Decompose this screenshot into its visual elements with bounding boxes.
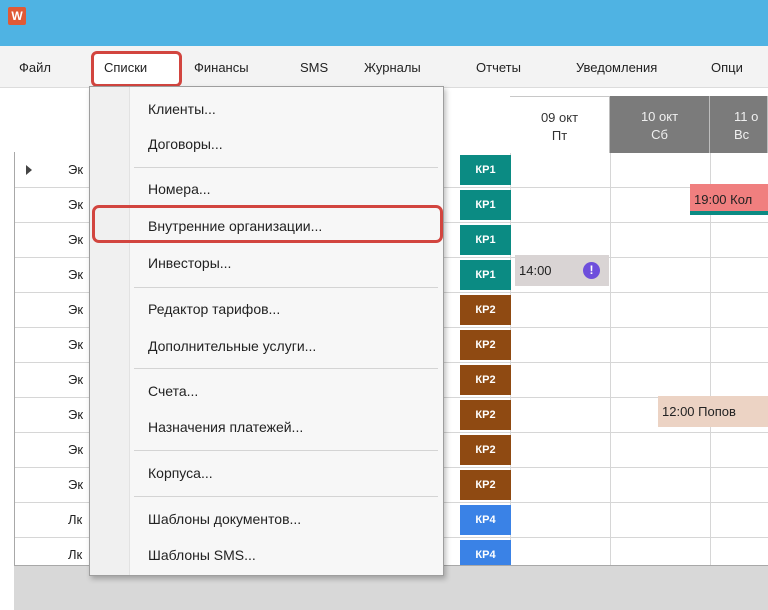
booking-block[interactable]: 19:00 Кол bbox=[690, 184, 768, 215]
menu-separator bbox=[134, 167, 438, 168]
row-name: Эк bbox=[68, 337, 84, 352]
day-weekday: Сб bbox=[651, 127, 668, 142]
day-weekday: Вс bbox=[734, 127, 750, 142]
menu-item-rooms[interactable]: Номера... bbox=[148, 181, 211, 197]
row-name: Эк bbox=[68, 232, 84, 247]
grid-line bbox=[610, 153, 611, 565]
building-badge: КР1 bbox=[460, 190, 511, 220]
row-name: Эк bbox=[68, 477, 84, 492]
menu-separator bbox=[134, 450, 438, 451]
booking-block[interactable]: 12:00 Попов bbox=[658, 396, 768, 427]
day-header-10[interactable]: 10 окт Сб bbox=[610, 96, 710, 153]
menu-separator bbox=[134, 287, 438, 288]
building-badge: КР1 bbox=[460, 260, 511, 290]
menu-item-invoices[interactable]: Счета... bbox=[148, 383, 198, 399]
app-logo-icon[interactable]: W bbox=[8, 7, 26, 25]
menu-icon-gutter bbox=[90, 87, 130, 575]
row-name: Эк bbox=[68, 302, 84, 317]
building-badge: КР1 bbox=[460, 225, 511, 255]
building-badge: КР2 bbox=[460, 295, 511, 325]
menu-lists[interactable]: Списки bbox=[104, 60, 147, 75]
row-name: Эк bbox=[68, 372, 84, 387]
day-date: 09 окт bbox=[540, 110, 579, 125]
menu-separator bbox=[134, 496, 438, 497]
menu-separator bbox=[134, 368, 438, 369]
row-name: Лк bbox=[68, 512, 83, 527]
title-bar: W bbox=[0, 0, 768, 46]
menu-item-clients[interactable]: Клиенты... bbox=[148, 101, 216, 117]
day-date: 11 о bbox=[734, 109, 759, 124]
menu-journals[interactable]: Журналы bbox=[364, 60, 421, 75]
alert-icon[interactable]: ! bbox=[583, 262, 600, 279]
menu-notifications[interactable]: Уведомления bbox=[576, 60, 657, 75]
menu-reports[interactable]: Отчеты bbox=[476, 60, 521, 75]
row-name: Лк bbox=[68, 547, 83, 562]
day-header-11[interactable]: 11 о Вс bbox=[710, 96, 768, 153]
lists-dropdown-menu: Клиенты... Договоры... Номера... Внутрен… bbox=[89, 86, 444, 576]
day-date: 10 окт bbox=[640, 109, 679, 124]
menu-item-investors[interactable]: Инвесторы... bbox=[148, 255, 231, 271]
menu-item-payment-purposes[interactable]: Назначения платежей... bbox=[148, 419, 303, 435]
building-badge: КР2 bbox=[460, 400, 511, 430]
menu-options[interactable]: Опци bbox=[711, 60, 743, 75]
menu-item-tariff-editor[interactable]: Редактор тарифов... bbox=[148, 301, 280, 317]
menu-item-highlight bbox=[92, 205, 443, 243]
row-name: Эк bbox=[68, 407, 84, 422]
grid-frame bbox=[14, 152, 15, 565]
row-name: Эк bbox=[68, 442, 84, 457]
building-badge: КР1 bbox=[460, 155, 511, 185]
menu-file[interactable]: Файл bbox=[19, 60, 51, 75]
menu-item-contracts[interactable]: Договоры... bbox=[148, 136, 223, 152]
building-badge: КР2 bbox=[460, 365, 511, 395]
menu-item-extra-services[interactable]: Дополнительные услуги... bbox=[148, 338, 316, 354]
building-badge: КР2 bbox=[460, 330, 511, 360]
building-badge: КР2 bbox=[460, 470, 511, 500]
menu-sms[interactable]: SMS bbox=[300, 60, 328, 75]
row-name: Эк bbox=[68, 267, 84, 282]
current-row-arrow-icon bbox=[26, 165, 32, 175]
day-weekday: Пт bbox=[551, 128, 568, 143]
building-badge: КР2 bbox=[460, 435, 511, 465]
building-badge: КР4 bbox=[460, 505, 511, 535]
menu-finance[interactable]: Финансы bbox=[194, 60, 249, 75]
row-name: Эк bbox=[68, 197, 84, 212]
menu-item-buildings[interactable]: Корпуса... bbox=[148, 465, 213, 481]
day-header-09[interactable]: 09 окт Пт bbox=[510, 96, 610, 153]
menu-item-doc-templates[interactable]: Шаблоны документов... bbox=[148, 511, 301, 527]
row-name: Эк bbox=[68, 162, 84, 177]
menu-item-sms-templates[interactable]: Шаблоны SMS... bbox=[148, 547, 256, 563]
